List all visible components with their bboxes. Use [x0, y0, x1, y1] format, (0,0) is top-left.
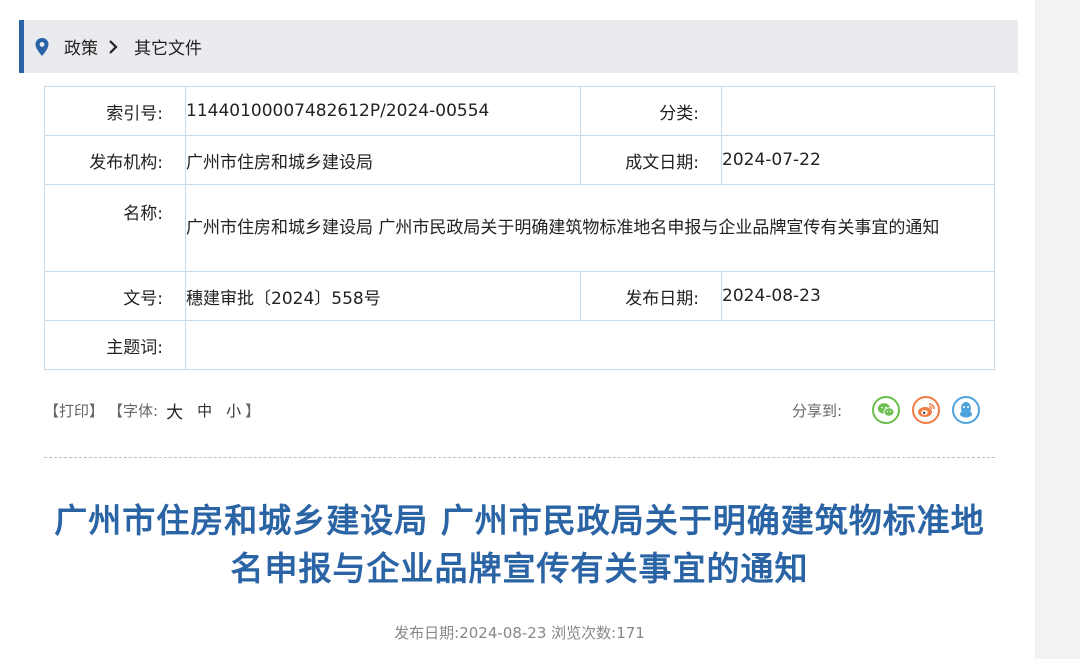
org-label: 发布机构:: [44, 135, 186, 185]
breadcrumb: 政策 其它文件: [19, 20, 1018, 73]
category-value: [721, 86, 995, 136]
table-row: 文号: 穗建审批〔2024〕558号 发布日期: 2024-08-23: [44, 271, 995, 321]
published-date-value: 2024-08-23: [721, 271, 995, 321]
name-value: 广州市住房和城乡建设局 广州市民政局关于明确建筑物标准地名申报与企业品牌宣传有关…: [185, 184, 995, 272]
keywords-value: [185, 320, 995, 370]
document-info-table: 索引号: 11440100007482612P/2024-00554 分类: 发…: [44, 86, 995, 370]
dashed-divider: [44, 457, 995, 458]
wechat-share-icon[interactable]: [872, 396, 900, 424]
org-value: 广州市住房和城乡建设局: [185, 135, 581, 185]
qq-share-icon[interactable]: [952, 396, 980, 424]
article-title: 广州市住房和城乡建设局 广州市民政局关于明确建筑物标准地名申报与企业品牌宣传有关…: [54, 501, 985, 588]
breadcrumb-link-policy[interactable]: 政策: [64, 34, 98, 59]
page-side-background: [1035, 0, 1080, 659]
font-size-bracket: 】: [245, 401, 261, 420]
font-size-small-button[interactable]: 小: [226, 400, 241, 421]
chevron-right-icon: [108, 39, 120, 54]
font-size-medium-button[interactable]: 中: [197, 400, 212, 421]
breadcrumb-accent-bar: [19, 20, 24, 73]
index-label: 索引号:: [44, 86, 186, 136]
breadcrumb-current-other-docs[interactable]: 其它文件: [134, 34, 202, 59]
weibo-share-icon[interactable]: [912, 396, 940, 424]
created-date-label: 成文日期:: [580, 135, 722, 185]
name-label: 名称:: [44, 184, 186, 272]
share-label: 分享到:: [792, 402, 843, 420]
created-date-value: 2024-07-22: [721, 135, 995, 185]
doc-number-label: 文号:: [44, 271, 186, 321]
font-size-large-button[interactable]: 大: [166, 398, 183, 423]
keywords-label: 主题词:: [44, 320, 186, 370]
table-row: 名称: 广州市住房和城乡建设局 广州市民政局关于明确建筑物标准地名申报与企业品牌…: [44, 184, 995, 272]
print-button[interactable]: 【打印】: [44, 400, 104, 421]
category-label: 分类:: [580, 86, 722, 136]
font-size-label: 【字体:: [108, 401, 159, 420]
table-row: 主题词:: [44, 320, 995, 370]
table-row: 索引号: 11440100007482612P/2024-00554 分类:: [44, 86, 995, 136]
index-value: 11440100007482612P/2024-00554: [185, 86, 581, 136]
published-date-label: 发布日期:: [580, 271, 722, 321]
doc-number-value: 穗建审批〔2024〕558号: [185, 271, 581, 321]
location-pin-icon: [34, 37, 50, 57]
article-meta: 发布日期:2024-08-23 浏览次数:171: [394, 624, 645, 642]
table-row: 发布机构: 广州市住房和城乡建设局 成文日期: 2024-07-22: [44, 135, 995, 185]
article-tools: 【打印】 【字体: 大 中 小 】 分享到:: [44, 396, 995, 424]
